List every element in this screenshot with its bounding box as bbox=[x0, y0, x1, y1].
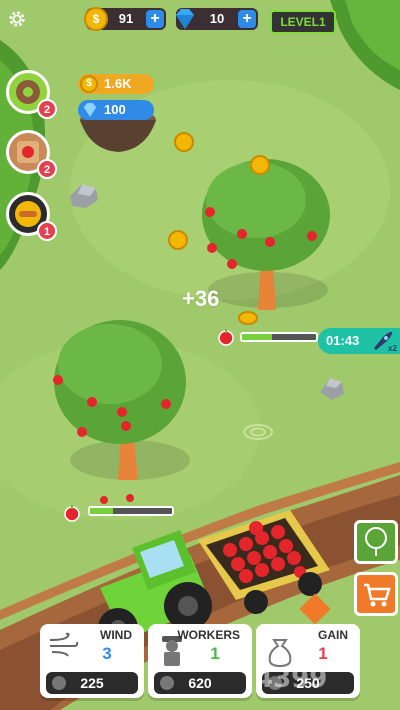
add-gems-button[interactable]: + bbox=[238, 10, 256, 28]
coin-icon: $ bbox=[84, 7, 108, 31]
gem-counter: 10 + bbox=[176, 8, 258, 30]
upgrade-level: 3 bbox=[102, 644, 112, 663]
orchard-button[interactable] bbox=[354, 520, 398, 564]
upgrade-card-workers[interactable]: WORKERS 1 620 bbox=[148, 624, 252, 698]
upgrade-card-wind[interactable]: WIND 3 225 bbox=[40, 624, 144, 698]
upgrade-buy-button[interactable]: 620 bbox=[154, 672, 246, 694]
rocket-multiplier: x2 bbox=[388, 344, 397, 353]
coin-pickup[interactable] bbox=[174, 132, 194, 152]
shopping-cart-icon bbox=[364, 583, 391, 607]
boost-timer[interactable]: 01:43 x2 bbox=[318, 328, 400, 354]
watermark-logo: 4399 bbox=[255, 664, 328, 694]
apple-icon bbox=[64, 505, 80, 522]
coin-icon bbox=[160, 676, 174, 690]
island-coin-value: 1.6K bbox=[104, 76, 132, 91]
order-count-badge: 1 bbox=[37, 221, 57, 241]
upgrade-level: 1 bbox=[210, 644, 220, 663]
upgrade-title: WIND bbox=[100, 628, 132, 642]
shop-button[interactable] bbox=[354, 572, 398, 616]
coin-pickup[interactable] bbox=[250, 155, 270, 175]
tree-harvest-progress bbox=[240, 332, 318, 342]
upgrade-level: 1 bbox=[318, 644, 328, 663]
coin-icon: $ bbox=[80, 75, 98, 93]
timer-text: 01:43 bbox=[326, 333, 360, 348]
level-indicator: LEVEL1 bbox=[270, 10, 336, 34]
tree-icon bbox=[365, 527, 387, 556]
gain-floating-text: +36 bbox=[182, 286, 220, 311]
progress-fill bbox=[90, 508, 113, 514]
coin-counter: $ 91 + bbox=[84, 7, 166, 31]
upgrade-title: WORKERS bbox=[177, 628, 240, 642]
settings-gear-icon[interactable] bbox=[8, 10, 26, 28]
island-gem-value: 100 bbox=[104, 102, 126, 117]
game-scene bbox=[0, 0, 400, 710]
top-hud: $ 91 + 10 + LEVEL1 bbox=[0, 4, 400, 34]
upgrade-title: GAIN bbox=[318, 628, 348, 642]
upgrade-buy-button[interactable]: 225 bbox=[46, 672, 138, 694]
gem-count: 10 bbox=[209, 11, 225, 26]
apple-tree[interactable] bbox=[202, 159, 330, 310]
coin-pickup[interactable] bbox=[168, 230, 188, 250]
order-sandwich[interactable]: 1 bbox=[6, 192, 57, 241]
apple-tree[interactable] bbox=[53, 320, 190, 480]
coin-count: 91 bbox=[118, 11, 134, 26]
add-coins-button[interactable]: + bbox=[146, 10, 164, 28]
coin-icon bbox=[52, 676, 66, 690]
order-donut[interactable]: 2 bbox=[6, 70, 57, 119]
gem-icon bbox=[83, 103, 97, 117]
island-gem-tag: 100 bbox=[78, 100, 154, 120]
upgrade-price: 225 bbox=[80, 675, 104, 691]
island-coin-tag: $ 1.6K bbox=[78, 74, 154, 94]
tree-harvest-progress bbox=[88, 506, 174, 516]
apple-icon bbox=[218, 329, 234, 346]
upgrade-price: 620 bbox=[188, 675, 212, 691]
order-apple-crate[interactable]: 2 bbox=[6, 130, 57, 179]
rock-decoration-2 bbox=[320, 378, 344, 400]
order-count-badge: 2 bbox=[37, 99, 57, 119]
order-count-badge: 2 bbox=[37, 159, 57, 179]
gem-icon bbox=[176, 9, 194, 29]
progress-fill bbox=[242, 334, 272, 340]
coin-stack bbox=[238, 311, 258, 325]
